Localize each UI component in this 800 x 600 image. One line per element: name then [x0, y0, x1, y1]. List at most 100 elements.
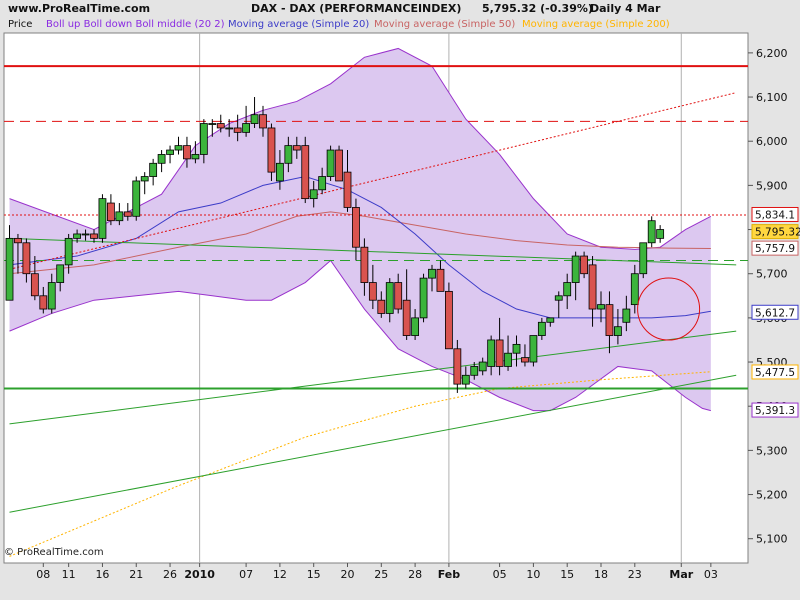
- candlestick: [132, 176, 141, 221]
- x-tick-label: 11: [62, 568, 76, 581]
- price-tag: 5,834.1: [751, 206, 799, 222]
- legend-ma200: Moving average (Simple 200): [522, 19, 670, 30]
- candle-body: [90, 233, 98, 239]
- candle-body: [588, 264, 597, 310]
- candle-body: [149, 162, 158, 177]
- candle-body: [216, 123, 225, 129]
- x-tick-label: 25: [374, 568, 388, 581]
- candle-body: [444, 290, 453, 350]
- candle-body: [656, 229, 665, 239]
- candle-body: [419, 277, 428, 319]
- price-tag-label: 5,612.7: [755, 307, 795, 319]
- candle-body: [504, 352, 512, 367]
- candle-body: [402, 299, 411, 336]
- y-tick-label: 5,200: [756, 489, 788, 502]
- candle-body: [284, 145, 293, 164]
- candle-body: [343, 171, 352, 208]
- x-tick-label: 12: [273, 568, 287, 581]
- x-tick-label: 20: [341, 568, 355, 581]
- candle-body: [123, 211, 132, 217]
- candle-body: [630, 273, 639, 306]
- price-tag: 5,477.5: [751, 364, 799, 380]
- candle-body: [301, 145, 310, 200]
- y-tick-label: 5,700: [756, 268, 788, 281]
- legend-price: Price: [8, 19, 33, 30]
- price-tag-label: 5,391.3: [755, 405, 795, 417]
- legend-ma20: Moving average (Simple 20): [228, 19, 370, 30]
- candle-body: [47, 282, 56, 310]
- candle-body: [597, 304, 605, 310]
- candle-body: [56, 264, 65, 283]
- x-tick-label: 03: [704, 568, 718, 581]
- candle-body: [14, 237, 22, 244]
- candle-body: [554, 295, 563, 301]
- candle-body: [275, 162, 284, 182]
- x-tick-label: 08: [36, 568, 50, 581]
- candle-body: [436, 268, 445, 292]
- candle-body: [30, 273, 39, 297]
- candle-body: [580, 255, 588, 275]
- y-tick-label: 5,300: [756, 444, 788, 457]
- price-tag-label: 5,757.9: [755, 243, 795, 255]
- candle-body: [394, 282, 403, 310]
- candle-body: [546, 317, 555, 323]
- candle-body: [5, 237, 14, 301]
- site-label: www.ProRealTime.com: [8, 2, 151, 15]
- y-tick-label: 6,200: [756, 47, 788, 60]
- candle-body: [39, 295, 48, 310]
- candle-body: [174, 145, 183, 151]
- candle-body: [478, 361, 487, 372]
- price-tag: 5,757.9: [751, 240, 799, 256]
- candle-body: [292, 145, 301, 151]
- x-tick-label: 26: [163, 568, 177, 581]
- instrument-title: DAX - DAX (PERFORMANCEINDEX): [251, 2, 462, 15]
- candle-body: [326, 149, 335, 177]
- candle-body: [318, 176, 327, 191]
- candle-body: [98, 198, 107, 239]
- candle-body: [411, 317, 420, 336]
- price-tag-label: 5,477.5: [755, 367, 795, 379]
- x-tick-label: 23: [628, 568, 642, 581]
- candle-body: [242, 123, 251, 133]
- period-label: Daily 4 Mar: [590, 2, 661, 15]
- candle-body: [115, 211, 124, 222]
- y-tick-label: 5,100: [756, 533, 788, 546]
- candle-body: [132, 180, 141, 217]
- candle-body: [537, 321, 546, 336]
- candlestick: [639, 242, 648, 279]
- price-tag: 5,612.7: [751, 304, 799, 320]
- candle-body: [267, 127, 276, 173]
- price-tag: 5,391.3: [751, 402, 799, 418]
- candle-body: [64, 237, 73, 266]
- candlestick: [647, 216, 656, 248]
- x-tick-label: 18: [594, 568, 608, 581]
- candlestick: [326, 145, 335, 181]
- x-tick-label: 10: [526, 568, 540, 581]
- price-tag: 5,795.32: [751, 224, 800, 240]
- price-change: 5,795.32 (-0.39%): [482, 2, 593, 15]
- candlestick: [419, 273, 428, 323]
- candle-body: [453, 348, 462, 385]
- candle-body: [639, 242, 648, 275]
- candlestick: [335, 145, 343, 182]
- legend-bollinger: Boll up Boll down Boll middle (20 2): [46, 19, 225, 30]
- chart-window: 6,2006,1006,0005,9005,8005,7005,6005,500…: [0, 0, 800, 600]
- candle-body: [208, 123, 217, 125]
- candle-body: [647, 220, 656, 244]
- x-tick-label: 16: [95, 568, 109, 581]
- price-tag-label: 5,834.1: [755, 209, 795, 221]
- candle-body: [352, 207, 360, 248]
- candle-body: [571, 255, 580, 283]
- candle-body: [233, 127, 242, 133]
- candle-body: [22, 242, 31, 275]
- candlestick: [529, 335, 538, 367]
- candlestick: [98, 194, 107, 243]
- candle-body: [512, 343, 521, 354]
- candle-body: [259, 114, 267, 129]
- x-tick-label: 15: [307, 568, 321, 581]
- candlestick: [267, 123, 276, 181]
- candle-body: [360, 246, 369, 283]
- x-tick-label: 07: [239, 568, 253, 581]
- candle-body: [335, 149, 343, 182]
- y-tick-label: 5,900: [756, 179, 788, 192]
